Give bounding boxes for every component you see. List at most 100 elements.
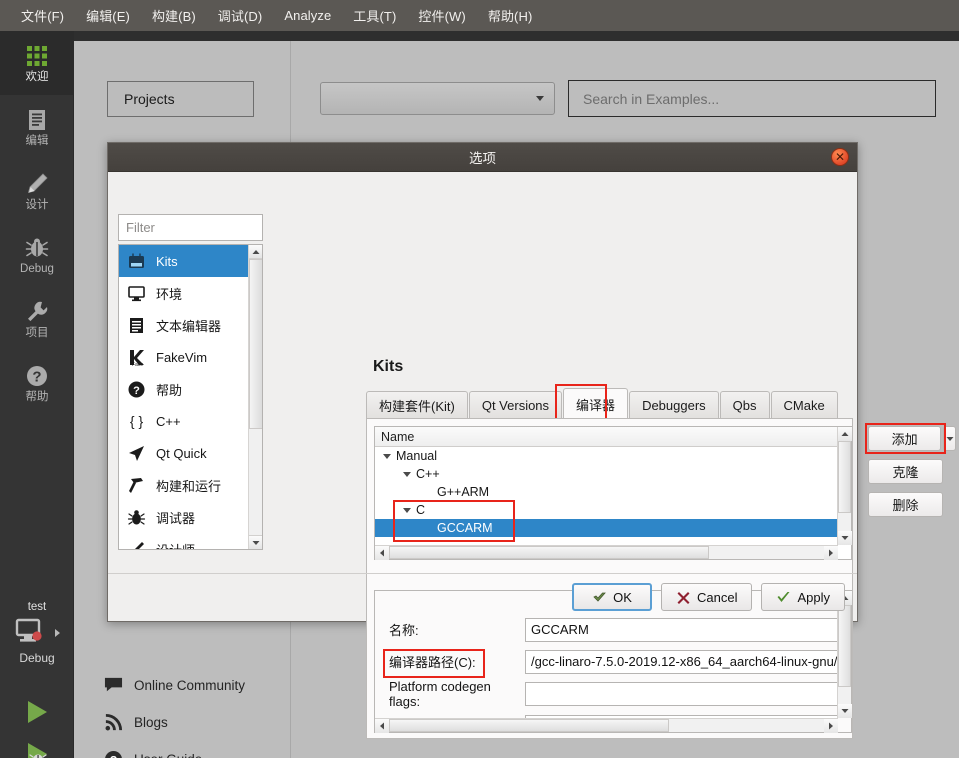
scroll-left-icon[interactable] — [375, 545, 389, 560]
tree-row-label: C++ — [416, 467, 440, 481]
tree-row[interactable]: C — [375, 501, 851, 519]
tab-qbs[interactable]: Qbs — [719, 391, 770, 419]
category-label: FakeVim — [156, 349, 208, 365]
session-combo[interactable] — [320, 82, 555, 115]
chevron-right-icon — [54, 629, 60, 637]
add-dropdown-button[interactable] — [943, 426, 956, 451]
form-row-name: 名称: GCCARM — [389, 617, 838, 642]
chevron-down-icon[interactable] — [403, 507, 411, 513]
projects-button[interactable]: Projects — [107, 81, 254, 117]
mode-label: 项目 — [25, 326, 49, 339]
scroll-down-icon[interactable] — [838, 531, 852, 545]
chevron-down-icon[interactable] — [383, 453, 391, 459]
category-build-run[interactable]: 构建和运行 — [119, 469, 249, 501]
menu-analyze[interactable]: Analyze — [273, 4, 342, 27]
menu-edit[interactable]: 编辑(E) — [75, 2, 141, 29]
page-title: Kits — [373, 358, 404, 375]
menu-debug[interactable]: 调试(D) — [207, 2, 274, 29]
filter-input[interactable]: Filter — [118, 214, 263, 241]
scroll-right-icon[interactable] — [824, 545, 838, 560]
tab-cmake[interactable]: CMake — [770, 391, 838, 419]
scrollbar-thumb[interactable] — [389, 546, 709, 559]
mode-edit[interactable]: 编辑 — [0, 95, 74, 159]
category-label: 设计师 — [156, 542, 196, 550]
tab-qt-versions[interactable]: Qt Versions — [468, 391, 563, 419]
detail-horizontal-scrollbar[interactable] — [375, 718, 838, 733]
add-button-group: 添加 — [868, 426, 956, 451]
tree-row[interactable]: G++ARM — [375, 483, 851, 501]
category-kits[interactable]: Kits — [119, 245, 249, 277]
clone-button[interactable]: 克隆 — [868, 459, 943, 484]
link-blogs[interactable]: Blogs — [104, 704, 304, 741]
link-online-community[interactable]: Online Community — [104, 667, 304, 704]
scroll-left-icon[interactable] — [375, 718, 389, 733]
category-label: 文本编辑器 — [156, 318, 222, 334]
scrollbar-thumb[interactable] — [249, 259, 262, 429]
menu-build[interactable]: 构建(B) — [141, 2, 207, 29]
scroll-down-icon[interactable] — [249, 535, 262, 549]
cancel-x-icon — [677, 591, 690, 604]
welcome-grid-icon — [27, 45, 47, 66]
codegen-flags-input[interactable] — [525, 681, 838, 706]
category-debugger[interactable]: 调试器 — [119, 501, 249, 533]
tree-horizontal-scrollbar[interactable] — [375, 545, 838, 560]
kit-selector[interactable]: test Debug — [0, 601, 74, 665]
menu-file[interactable]: 文件(F) — [10, 2, 75, 29]
category-designer[interactable]: 设计师 — [119, 533, 249, 550]
kits-icon — [129, 253, 144, 268]
debug-run-button[interactable] — [0, 733, 74, 758]
category-fakevim[interactable]: Fake FakeVim — [119, 341, 249, 373]
category-list-scrollbar[interactable] — [248, 245, 262, 549]
category-environment[interactable]: 环境 — [119, 277, 249, 309]
chevron-down-icon[interactable] — [403, 471, 411, 477]
settings-tabs: 构建套件(Kit) Qt Versions 编译器 Debuggers Qbs … — [366, 388, 838, 419]
run-button[interactable] — [0, 691, 74, 733]
mode-help[interactable]: ? 帮助 — [0, 351, 74, 415]
tab-compilers[interactable]: 编译器 — [563, 388, 629, 419]
mode-debug[interactable]: Debug — [0, 223, 74, 287]
category-help[interactable]: ? 帮助 — [119, 373, 249, 405]
apply-button[interactable]: Apply — [761, 583, 845, 611]
cancel-button[interactable]: Cancel — [661, 583, 753, 611]
mode-label: Debug — [20, 262, 54, 275]
rss-icon — [105, 713, 123, 731]
menu-help[interactable]: 帮助(H) — [477, 2, 544, 29]
search-examples-input[interactable]: Search in Examples... — [568, 80, 936, 117]
scrollbar-thumb[interactable] — [838, 441, 851, 513]
scroll-down-icon[interactable] — [838, 704, 852, 718]
compiler-path-input[interactable]: /gcc-linaro-7.5.0-2019.12-x86_64_aarch64… — [525, 649, 838, 674]
add-button[interactable]: 添加 — [868, 426, 942, 451]
close-icon[interactable]: ✕ — [831, 148, 849, 166]
link-label: Online Community — [134, 678, 246, 693]
tree-row[interactable]: GCCARM — [375, 519, 851, 537]
category-qt-quick[interactable]: Qt Quick — [119, 437, 249, 469]
tree-row[interactable]: C++ — [375, 465, 851, 483]
menu-bar: 文件(F) 编辑(E) 构建(B) 调试(D) Analyze 工具(T) 控件… — [0, 0, 959, 31]
tree-vertical-scrollbar[interactable] — [837, 427, 852, 545]
compiler-name-input[interactable]: GCCARM — [525, 617, 838, 642]
mode-label: 设计 — [25, 198, 49, 211]
scrollbar-thumb[interactable] — [838, 605, 851, 687]
menu-widgets[interactable]: 控件(W) — [407, 2, 476, 29]
scroll-up-icon[interactable] — [838, 427, 852, 441]
link-user-guide[interactable]: ? User Guide — [104, 741, 304, 758]
mode-projects[interactable]: 项目 — [0, 287, 74, 351]
tree-row[interactable]: Manual — [375, 447, 851, 465]
category-label: 环境 — [156, 286, 183, 302]
mode-design[interactable]: 设计 — [0, 159, 74, 223]
delete-button[interactable]: 删除 — [868, 492, 943, 517]
svg-text:?: ? — [133, 385, 140, 397]
category-label: Qt Quick — [156, 445, 207, 461]
category-text-editor[interactable]: 文本编辑器 — [119, 309, 249, 341]
menu-tools[interactable]: 工具(T) — [342, 2, 407, 29]
tab-debuggers[interactable]: Debuggers — [629, 391, 719, 419]
category-cpp[interactable]: { } C++ — [119, 405, 249, 437]
scroll-right-icon[interactable] — [824, 718, 838, 733]
mode-label: 编辑 — [25, 134, 49, 147]
mode-welcome[interactable]: 欢迎 — [0, 31, 74, 95]
scroll-up-icon[interactable] — [249, 245, 262, 259]
tab-kits[interactable]: 构建套件(Kit) — [366, 391, 468, 419]
ok-button[interactable]: OK — [572, 583, 652, 611]
scrollbar-thumb[interactable] — [389, 719, 669, 732]
form-row-compiler-path: 编译器路径(C): /gcc-linaro-7.5.0-2019.12-x86_… — [389, 649, 838, 674]
